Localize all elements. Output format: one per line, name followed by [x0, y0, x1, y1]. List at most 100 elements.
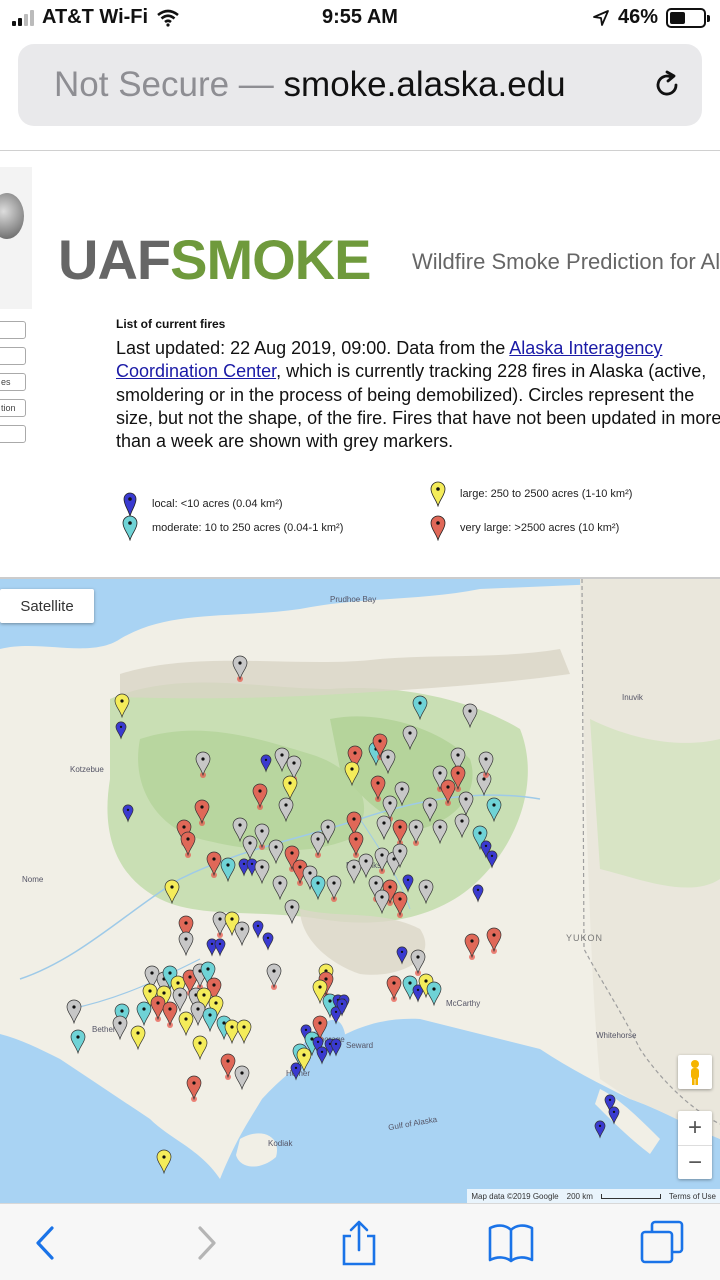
sidebar-button-5[interactable] — [0, 425, 26, 443]
fire-marker[interactable] — [464, 933, 480, 960]
fire-marker[interactable] — [254, 859, 270, 885]
fire-marker[interactable] — [272, 875, 288, 901]
fire-marker[interactable] — [284, 899, 300, 925]
fire-marker[interactable] — [262, 932, 274, 951]
satellite-button[interactable]: Satellite — [0, 589, 94, 623]
fire-marker[interactable] — [195, 751, 211, 778]
fire-marker[interactable] — [254, 823, 270, 850]
reload-icon[interactable] — [650, 68, 684, 102]
terms-link[interactable]: Terms of Use — [669, 1192, 716, 1201]
street-view-pegman[interactable] — [678, 1055, 712, 1089]
share-icon[interactable] — [334, 1220, 384, 1266]
fire-marker[interactable] — [162, 1001, 178, 1028]
fire-marker[interactable] — [194, 799, 210, 826]
fire-marker[interactable] — [232, 655, 248, 682]
tabs-icon[interactable] — [638, 1220, 688, 1266]
fire-marker[interactable] — [70, 1029, 86, 1055]
fire-marker[interactable] — [282, 775, 298, 801]
site-logo[interactable]: UAFSMOKE — [58, 227, 371, 292]
fire-marker[interactable] — [374, 889, 390, 915]
fire-marker[interactable] — [278, 797, 294, 823]
fire-marker[interactable] — [426, 981, 442, 1007]
fire-marker[interactable] — [268, 839, 284, 865]
sidebar-button-1[interactable] — [0, 321, 26, 339]
fire-marker[interactable] — [156, 1149, 172, 1175]
fire-marker[interactable] — [412, 695, 428, 721]
fire-marker[interactable] — [224, 1019, 240, 1045]
fire-marker[interactable] — [392, 891, 408, 918]
fire-marker[interactable] — [136, 1001, 152, 1027]
fire-marker[interactable] — [214, 938, 226, 957]
fire-marker[interactable] — [178, 1011, 194, 1037]
fire-marker[interactable] — [440, 779, 456, 806]
fire-marker[interactable] — [234, 921, 250, 947]
fire-marker[interactable] — [310, 831, 326, 858]
fire-marker[interactable] — [252, 783, 268, 810]
fire-marker[interactable] — [486, 927, 502, 954]
fire-marker[interactable] — [344, 761, 360, 787]
fire-marker[interactable] — [316, 1046, 328, 1065]
fire-marker[interactable] — [348, 831, 364, 858]
fire-marker[interactable] — [370, 775, 386, 802]
back-icon[interactable] — [22, 1220, 72, 1266]
sidebar-button-2[interactable] — [0, 347, 26, 365]
fire-marker[interactable] — [326, 875, 342, 902]
fire-marker[interactable] — [346, 859, 362, 885]
fire-marker[interactable] — [220, 1053, 236, 1080]
fire-marker[interactable] — [486, 797, 502, 823]
fire-marker[interactable] — [392, 819, 408, 846]
fire-marker[interactable] — [130, 1025, 146, 1051]
fire-marker[interactable] — [274, 747, 290, 773]
fire-marker[interactable] — [376, 815, 392, 841]
fire-marker[interactable] — [164, 879, 180, 905]
fire-marker[interactable] — [386, 975, 402, 1002]
forward-icon[interactable] — [180, 1220, 230, 1266]
fire-marker[interactable] — [252, 920, 264, 939]
fire-marker[interactable] — [432, 819, 448, 845]
address-bar[interactable]: Not Secure — smoke.alaska.edu — [18, 44, 702, 126]
fire-marker[interactable] — [380, 749, 396, 775]
fire-marker[interactable] — [290, 1062, 302, 1081]
fire-marker[interactable] — [462, 703, 478, 729]
fire-marker[interactable] — [374, 847, 390, 874]
fire-marker[interactable] — [112, 1015, 128, 1041]
fire-marker[interactable] — [358, 853, 374, 879]
fire-marker[interactable] — [486, 850, 498, 869]
fire-marker[interactable] — [180, 831, 196, 858]
fire-marker[interactable] — [114, 693, 130, 719]
fire-marker[interactable] — [178, 931, 194, 957]
fire-marker[interactable] — [410, 949, 426, 976]
fire-marker[interactable] — [608, 1106, 620, 1125]
fire-marker[interactable] — [418, 879, 434, 905]
fire-marker[interactable] — [458, 791, 474, 817]
bookmarks-icon[interactable] — [486, 1220, 536, 1266]
fire-marker[interactable] — [236, 1019, 252, 1045]
fire-marker[interactable] — [396, 946, 408, 965]
zoom-in-button[interactable]: + — [678, 1111, 712, 1145]
fire-marker[interactable] — [192, 1035, 208, 1061]
fire-marker[interactable] — [472, 884, 484, 903]
fire-marker[interactable] — [212, 911, 228, 938]
fire-marker[interactable] — [422, 797, 438, 823]
fire-marker[interactable] — [115, 721, 127, 740]
fire-marker[interactable] — [402, 874, 414, 893]
fire-marker[interactable] — [186, 1075, 202, 1102]
fire-marker[interactable] — [122, 804, 134, 823]
sidebar-button-3[interactable]: es — [0, 373, 26, 391]
fire-marker[interactable] — [66, 999, 82, 1025]
sidebar-button-4[interactable]: tion — [0, 399, 26, 417]
fire-marker[interactable] — [402, 725, 418, 751]
fire-map[interactable]: Prudhoe Bay Kotzebue Nome Fairbanks Beth… — [0, 577, 720, 1203]
zoom-out-button[interactable]: − — [678, 1145, 712, 1179]
fire-marker[interactable] — [454, 813, 470, 839]
fire-marker[interactable] — [594, 1120, 606, 1139]
fire-marker[interactable] — [206, 851, 222, 878]
fire-marker[interactable] — [202, 1007, 218, 1033]
fire-marker[interactable] — [408, 819, 424, 846]
fire-marker[interactable] — [220, 857, 236, 883]
fire-marker[interactable] — [266, 963, 282, 990]
fire-marker[interactable] — [242, 835, 258, 861]
fire-marker[interactable] — [330, 1038, 342, 1057]
fire-marker[interactable] — [310, 875, 326, 901]
fire-marker[interactable] — [232, 817, 248, 843]
